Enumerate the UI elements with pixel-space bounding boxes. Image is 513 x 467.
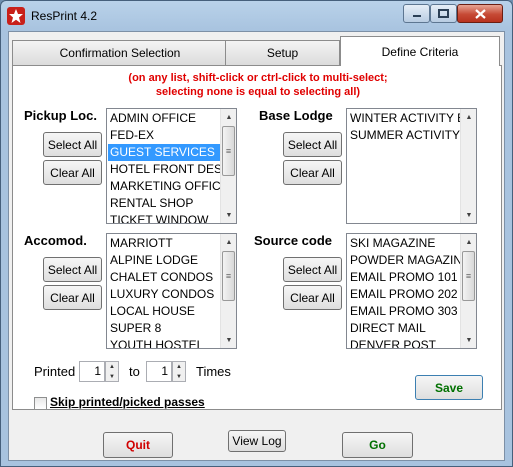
tab-label: Setup bbox=[266, 46, 299, 60]
list-item[interactable]: EMAIL PROMO 101 bbox=[348, 269, 461, 286]
tab-label: Confirmation Selection bbox=[59, 46, 181, 60]
list-item[interactable]: ADMIN OFFICE bbox=[108, 110, 221, 127]
list-item[interactable]: WINTER ACTIVITY E bbox=[348, 110, 461, 127]
app-window: ResPrint 4.2 Confirmation Selection Setu… bbox=[0, 0, 513, 467]
scroll-down-arrow-icon[interactable]: ▼ bbox=[221, 332, 236, 348]
list-item[interactable]: HOTEL FRONT DES bbox=[108, 161, 221, 178]
view-log-button[interactable]: View Log bbox=[228, 430, 286, 452]
list-item[interactable]: EMAIL PROMO 303 bbox=[348, 303, 461, 320]
spin-up-arrow-icon[interactable]: ▲ bbox=[106, 362, 118, 372]
define-criteria-panel: (on any list, shift-click or ctrl-click … bbox=[12, 65, 502, 410]
list-item[interactable]: MARKETING OFFICI bbox=[108, 178, 221, 195]
list-item[interactable]: YOUTH HOSTEL bbox=[108, 337, 221, 348]
scroll-thumb[interactable]: ≡ bbox=[462, 251, 475, 301]
list-item[interactable]: DENVER POST bbox=[348, 337, 461, 348]
tab-setup[interactable]: Setup bbox=[225, 40, 340, 65]
printed-to-input[interactable]: 1 bbox=[146, 361, 172, 382]
printed-from-input[interactable]: 1 bbox=[79, 361, 105, 382]
skip-printed-checkbox[interactable] bbox=[34, 397, 47, 410]
list-item[interactable]: POWDER MAGAZIN bbox=[348, 252, 461, 269]
list-item[interactable]: DIRECT MAIL bbox=[348, 320, 461, 337]
accomod-clear-all-button[interactable]: Clear All bbox=[43, 285, 102, 310]
scroll-up-arrow-icon[interactable]: ▲ bbox=[461, 234, 476, 250]
scroll-down-arrow-icon[interactable]: ▼ bbox=[461, 207, 476, 223]
save-button[interactable]: Save bbox=[415, 375, 483, 400]
source-code-list[interactable]: SKI MAGAZINE POWDER MAGAZIN EMAIL PROMO … bbox=[346, 233, 477, 349]
base-lodge-clear-all-button[interactable]: Clear All bbox=[283, 160, 342, 185]
multi-select-note-line2: selecting none is equal to selecting all… bbox=[155, 86, 361, 98]
scroll-down-arrow-icon[interactable]: ▼ bbox=[461, 332, 476, 348]
accomod-label: Accomod. bbox=[24, 233, 87, 248]
base-lodge-select-all-button[interactable]: Select All bbox=[283, 132, 342, 157]
scroll-down-arrow-icon[interactable]: ▼ bbox=[221, 207, 236, 223]
printed-to-spinner[interactable]: ▲ ▼ bbox=[172, 361, 186, 382]
client-area: Confirmation Selection Setup Define Crit… bbox=[8, 31, 505, 461]
skip-printed-label[interactable]: Skip printed/picked passes bbox=[50, 395, 205, 409]
printed-label: Printed bbox=[34, 364, 76, 379]
list-item[interactable]: MARRIOTT bbox=[108, 235, 221, 252]
multi-select-note-line1: (on any list, shift-click or ctrl-click … bbox=[128, 72, 388, 84]
list-item[interactable]: LOCAL HOUSE bbox=[108, 303, 221, 320]
maximize-button[interactable] bbox=[430, 4, 457, 23]
pickup-select-all-button[interactable]: Select All bbox=[43, 132, 102, 157]
quit-button[interactable]: Quit bbox=[103, 432, 173, 458]
source-code-scrollbar[interactable]: ▲ ≡ ▼ bbox=[460, 234, 476, 348]
spin-down-arrow-icon[interactable]: ▼ bbox=[173, 372, 185, 382]
list-item[interactable]: TICKET WINDOW bbox=[108, 212, 221, 223]
list-item[interactable]: RENTAL SHOP bbox=[108, 195, 221, 212]
list-item[interactable]: FED-EX bbox=[108, 127, 221, 144]
tab-label: Define Criteria bbox=[381, 44, 459, 59]
base-lodge-label: Base Lodge bbox=[259, 108, 333, 123]
window-title: ResPrint 4.2 bbox=[31, 9, 98, 23]
accomod-select-all-button[interactable]: Select All bbox=[43, 257, 102, 282]
go-button[interactable]: Go bbox=[342, 432, 413, 458]
source-code-label: Source code bbox=[254, 233, 333, 248]
list-item-selected[interactable]: GUEST SERVICES bbox=[108, 144, 221, 161]
scroll-up-arrow-icon[interactable]: ▲ bbox=[461, 109, 476, 125]
accomod-list[interactable]: MARRIOTT ALPINE LODGE CHALET CONDOS LUXU… bbox=[106, 233, 237, 349]
list-item[interactable]: EMAIL PROMO 202 bbox=[348, 286, 461, 303]
printed-from-spinner[interactable]: ▲ ▼ bbox=[105, 361, 119, 382]
pickup-clear-all-button[interactable]: Clear All bbox=[43, 160, 102, 185]
pickup-scrollbar[interactable]: ▲ ≡ ▼ bbox=[220, 109, 236, 223]
list-item[interactable]: ALPINE LODGE bbox=[108, 252, 221, 269]
spin-up-arrow-icon[interactable]: ▲ bbox=[173, 362, 185, 372]
scroll-up-arrow-icon[interactable]: ▲ bbox=[221, 234, 236, 250]
tab-define-criteria[interactable]: Define Criteria bbox=[340, 36, 500, 66]
list-item[interactable]: SUPER 8 bbox=[108, 320, 221, 337]
pickup-loc-list[interactable]: ADMIN OFFICE FED-EX GUEST SERVICES HOTEL… bbox=[106, 108, 237, 224]
pickup-loc-label: Pickup Loc. bbox=[24, 108, 97, 123]
close-button[interactable] bbox=[457, 4, 503, 23]
close-icon bbox=[474, 8, 486, 19]
app-star-icon bbox=[7, 7, 25, 25]
minimize-icon bbox=[412, 14, 421, 17]
list-item[interactable]: SKI MAGAZINE bbox=[348, 235, 461, 252]
list-item[interactable]: SUMMER ACTIVITY bbox=[348, 127, 461, 144]
maximize-icon bbox=[438, 9, 449, 18]
title-bar[interactable]: ResPrint 4.2 bbox=[1, 1, 512, 31]
source-code-select-all-button[interactable]: Select All bbox=[283, 257, 342, 282]
base-lodge-scrollbar[interactable]: ▲ ▼ bbox=[460, 109, 476, 223]
spin-down-arrow-icon[interactable]: ▼ bbox=[106, 372, 118, 382]
accomod-scrollbar[interactable]: ▲ ≡ ▼ bbox=[220, 234, 236, 348]
minimize-button[interactable] bbox=[403, 4, 430, 23]
scroll-thumb[interactable]: ≡ bbox=[222, 251, 235, 301]
source-code-clear-all-button[interactable]: Clear All bbox=[283, 285, 342, 310]
scroll-up-arrow-icon[interactable]: ▲ bbox=[221, 109, 236, 125]
to-label: to bbox=[129, 364, 140, 379]
base-lodge-list[interactable]: WINTER ACTIVITY E SUMMER ACTIVITY ▲ ▼ bbox=[346, 108, 477, 224]
scroll-thumb[interactable]: ≡ bbox=[222, 126, 235, 176]
times-label: Times bbox=[196, 364, 231, 379]
tab-confirmation-selection[interactable]: Confirmation Selection bbox=[12, 40, 228, 65]
list-item[interactable]: LUXURY CONDOS bbox=[108, 286, 221, 303]
list-item[interactable]: CHALET CONDOS bbox=[108, 269, 221, 286]
